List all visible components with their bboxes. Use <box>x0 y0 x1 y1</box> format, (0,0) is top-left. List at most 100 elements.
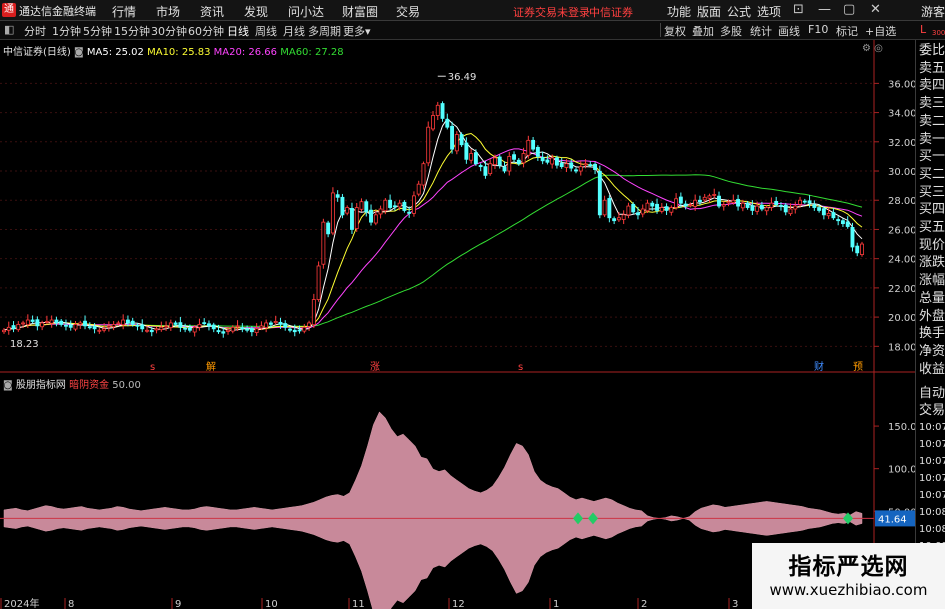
candle-body[interactable] <box>311 299 316 326</box>
candle-body[interactable] <box>397 202 402 208</box>
candle-body[interactable] <box>254 328 259 333</box>
candle-body[interactable] <box>607 198 612 219</box>
candle-body[interactable] <box>459 134 464 146</box>
candle-body[interactable] <box>526 139 531 156</box>
chart-settings-icon[interactable]: ⚙ ◎ <box>862 43 883 54</box>
candle-body[interactable] <box>297 329 302 332</box>
candle-body[interactable] <box>798 199 802 205</box>
menu-item-资讯[interactable]: 资讯 <box>200 3 224 20</box>
period-30min[interactable]: 30分钟 <box>151 23 187 39</box>
trade-login-status[interactable]: 证券交易未登录 <box>513 4 590 20</box>
candle-body[interactable] <box>807 200 812 204</box>
menu-item-功能[interactable]: 功能 <box>667 3 691 20</box>
candle-body[interactable] <box>235 325 240 328</box>
quote-field-自动[interactable]: 自动 <box>919 385 945 403</box>
candle-body[interactable] <box>302 326 307 332</box>
candle-body[interactable] <box>21 322 26 325</box>
quote-field-卖二[interactable]: 卖二 <box>919 113 945 131</box>
event-marker-icon[interactable]: 涨 <box>370 361 380 373</box>
candle-body[interactable] <box>183 327 188 330</box>
stock-name[interactable]: 中信证券(日线) <box>3 47 71 58</box>
candle-body[interactable] <box>817 207 822 211</box>
candle-body[interactable] <box>779 205 783 207</box>
candle-body[interactable] <box>683 203 688 207</box>
quote-field-涨跌[interactable]: 涨跌 <box>919 254 945 272</box>
candle-body[interactable] <box>249 328 254 333</box>
candle-body[interactable] <box>125 319 130 324</box>
candle-body[interactable] <box>826 212 831 217</box>
quote-field-买五[interactable]: 买五 <box>919 219 945 237</box>
candle-body[interactable] <box>764 207 769 212</box>
quote-field-净资[interactable]: 净资 <box>919 343 945 361</box>
quote-field-卖一[interactable]: 卖一 <box>919 131 945 149</box>
quote-field-收益[interactable]: 收益 <box>919 361 945 379</box>
candle-body[interactable] <box>149 329 154 333</box>
period-5min[interactable]: 5分钟 <box>83 23 112 39</box>
candle-body[interactable] <box>354 207 359 229</box>
menu-item-发现[interactable]: 发现 <box>244 3 268 20</box>
period-1min[interactable]: 1分钟 <box>52 23 81 39</box>
candle-body[interactable] <box>783 204 788 213</box>
quote-field-委比[interactable]: 委比 <box>919 42 945 60</box>
candle-body[interactable] <box>278 321 283 325</box>
close-icon[interactable]: ✕ <box>870 2 881 17</box>
quote-field-买一[interactable]: 买一 <box>919 148 945 166</box>
candle-body[interactable] <box>688 204 693 207</box>
candle-body[interactable] <box>717 195 721 207</box>
candle-body[interactable] <box>164 325 169 328</box>
candle-body[interactable] <box>59 320 64 325</box>
candle-body[interactable] <box>307 322 312 327</box>
candle-body[interactable] <box>211 324 216 330</box>
period-15min[interactable]: 15分钟 <box>114 23 150 39</box>
candle-body[interactable] <box>721 204 726 207</box>
candle-body[interactable] <box>559 163 564 168</box>
candle-body[interactable] <box>564 163 569 168</box>
candle-body[interactable] <box>321 221 326 265</box>
indicator-dropdown-icon[interactable]: ◙ <box>3 380 13 391</box>
candle-body[interactable] <box>159 326 164 331</box>
candle-body[interactable] <box>602 199 607 216</box>
candle-body[interactable] <box>68 324 73 328</box>
candle-body[interactable] <box>645 202 650 212</box>
toolbar-add-favorite[interactable]: +自选 <box>865 23 896 39</box>
toolbar-F10[interactable]: F10 <box>808 23 828 36</box>
quote-field-买四[interactable]: 买四 <box>919 201 945 219</box>
event-marker-icon[interactable]: 财 <box>814 360 824 373</box>
candle-body[interactable] <box>488 163 493 175</box>
toolbar-复权[interactable]: 复权 <box>664 23 686 39</box>
candle-body[interactable] <box>316 265 321 300</box>
event-marker-icon[interactable]: 解 <box>206 360 216 373</box>
candle-body[interactable] <box>54 319 59 324</box>
event-marker-icon[interactable]: s <box>150 362 155 373</box>
candle-body[interactable] <box>674 198 679 208</box>
candle-body[interactable] <box>860 243 864 255</box>
candle-body[interactable] <box>226 329 230 332</box>
candle-body[interactable] <box>535 146 540 157</box>
candle-body[interactable] <box>445 118 450 128</box>
candle-body[interactable] <box>35 319 40 327</box>
quote-field-卖三[interactable]: 卖三 <box>919 95 945 113</box>
candle-body[interactable] <box>207 323 211 327</box>
candle-body[interactable] <box>64 324 68 327</box>
kline-chart[interactable]: 36.00 34.00 32.00 30.00 28.00 26.00 24.00 22.00… <box>0 40 915 609</box>
candle-body[interactable] <box>11 325 16 330</box>
candle-body[interactable] <box>855 245 860 254</box>
candle-body[interactable] <box>659 207 664 212</box>
candle-body[interactable] <box>516 159 521 165</box>
candle-body[interactable] <box>831 212 836 219</box>
candle-body[interactable] <box>106 325 111 328</box>
menu-item-市场[interactable]: 市场 <box>156 3 180 20</box>
candle-body[interactable] <box>812 204 817 208</box>
event-marker-icon[interactable]: s <box>518 362 523 373</box>
candle-body[interactable] <box>473 152 478 165</box>
candle-body[interactable] <box>693 199 698 207</box>
candle-body[interactable] <box>292 329 297 333</box>
candle-body[interactable] <box>426 126 431 164</box>
period-60min[interactable]: 60分钟 <box>188 23 224 39</box>
candle-body[interactable] <box>469 153 474 161</box>
candle-body[interactable] <box>840 220 845 225</box>
candle-body[interactable] <box>507 156 512 172</box>
minimize-icon[interactable]: — <box>818 2 831 17</box>
candle-body[interactable] <box>578 166 583 172</box>
candle-body[interactable] <box>369 209 373 223</box>
